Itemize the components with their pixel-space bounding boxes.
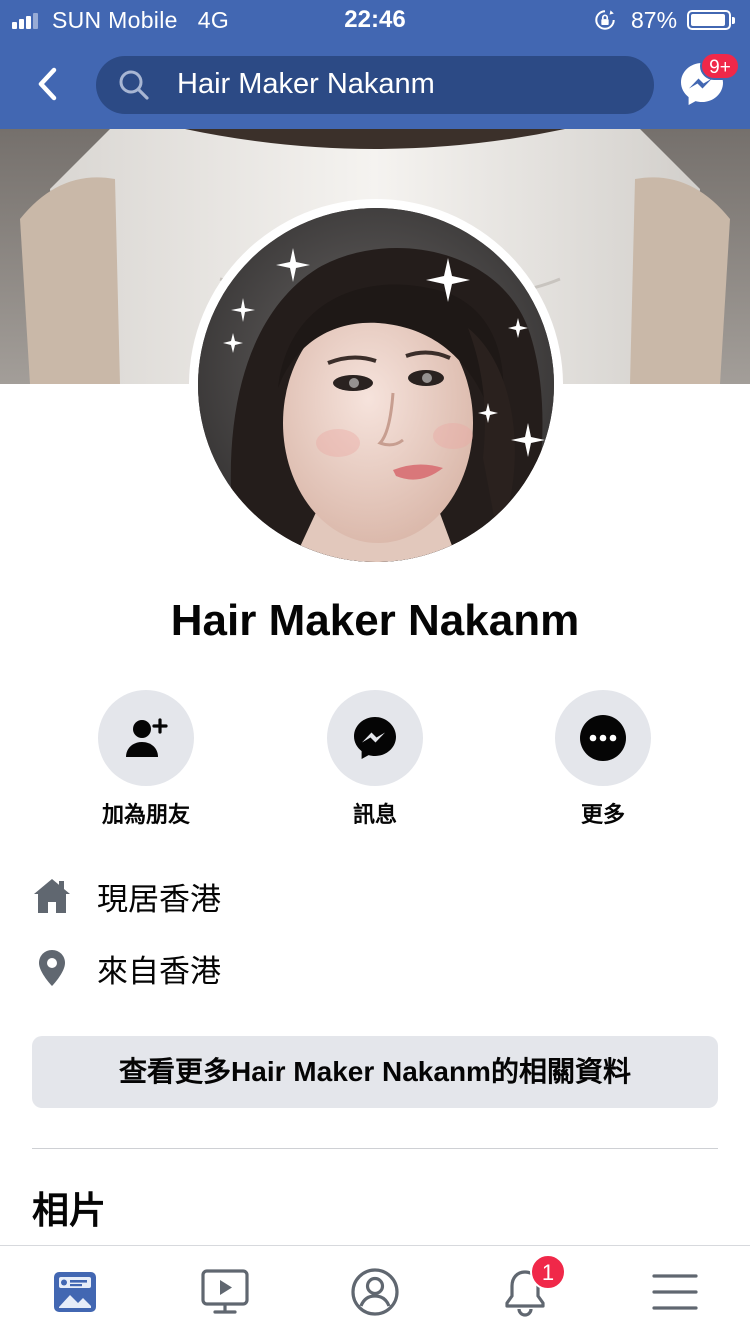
message-label: 訊息 [352, 802, 397, 827]
section-divider [32, 1148, 718, 1149]
tab-menu[interactable] [645, 1264, 705, 1320]
more-circle[interactable] [555, 690, 651, 786]
watch-icon [201, 1269, 249, 1314]
from-text: 來自香港 [97, 954, 221, 989]
more-icon [580, 715, 626, 761]
search-query: Hair Maker Nakanm [177, 68, 435, 100]
tab-news-feed[interactable] [45, 1264, 105, 1320]
home-icon [34, 879, 70, 913]
photos-heading: 相片 [32, 1190, 106, 1231]
notifications-badge: 1 [530, 1254, 566, 1290]
carrier-label: SUN Mobile 4G [52, 7, 230, 33]
lives-in-text: 現居香港 [97, 882, 221, 917]
add-friend-circle[interactable] [98, 690, 194, 786]
battery-icon [687, 10, 735, 30]
more-label: 更多 [580, 802, 625, 827]
status-bar: SUN Mobile 4G 22:46 87% [0, 0, 750, 40]
rotation-lock-icon [595, 10, 615, 30]
profile-name: Hair Maker Nakanm [170, 596, 580, 645]
see-more-info-button[interactable]: 查看更多Hair Maker Nakanm的相關資料 [32, 1036, 718, 1108]
message-button[interactable]: 訊息 [300, 690, 450, 829]
add-friend-button[interactable]: 加為朋友 [71, 690, 221, 829]
news-feed-icon [54, 1272, 96, 1312]
tab-watch[interactable] [195, 1264, 255, 1320]
profile-icon [351, 1268, 399, 1316]
location-pin-icon [39, 950, 65, 986]
menu-icon [652, 1274, 698, 1310]
tab-profile[interactable] [345, 1264, 405, 1320]
profile-photo [198, 208, 554, 562]
navigation-bar: Hair Maker Nakanm 9+ [0, 40, 750, 129]
add-friend-icon [126, 718, 168, 757]
add-friend-label: 加為朋友 [101, 802, 190, 827]
message-circle[interactable] [327, 690, 423, 786]
back-button[interactable] [24, 60, 70, 108]
search-input[interactable]: Hair Maker Nakanm [96, 56, 654, 114]
messenger-badge: 9+ [700, 52, 740, 80]
tab-bar: 1 [0, 1245, 750, 1335]
battery-percentage: 87% [631, 7, 678, 33]
chevron-left-icon [38, 67, 57, 101]
signal-strength-icon [12, 11, 48, 29]
messenger-icon [354, 717, 396, 759]
profile-picture[interactable] [189, 199, 563, 571]
from-row: 來自香港 [32, 938, 712, 998]
more-button[interactable]: 更多 [528, 690, 678, 829]
search-icon [119, 70, 149, 100]
network-type: 4G [197, 7, 230, 33]
lives-in-row: 現居香港 [32, 866, 712, 926]
